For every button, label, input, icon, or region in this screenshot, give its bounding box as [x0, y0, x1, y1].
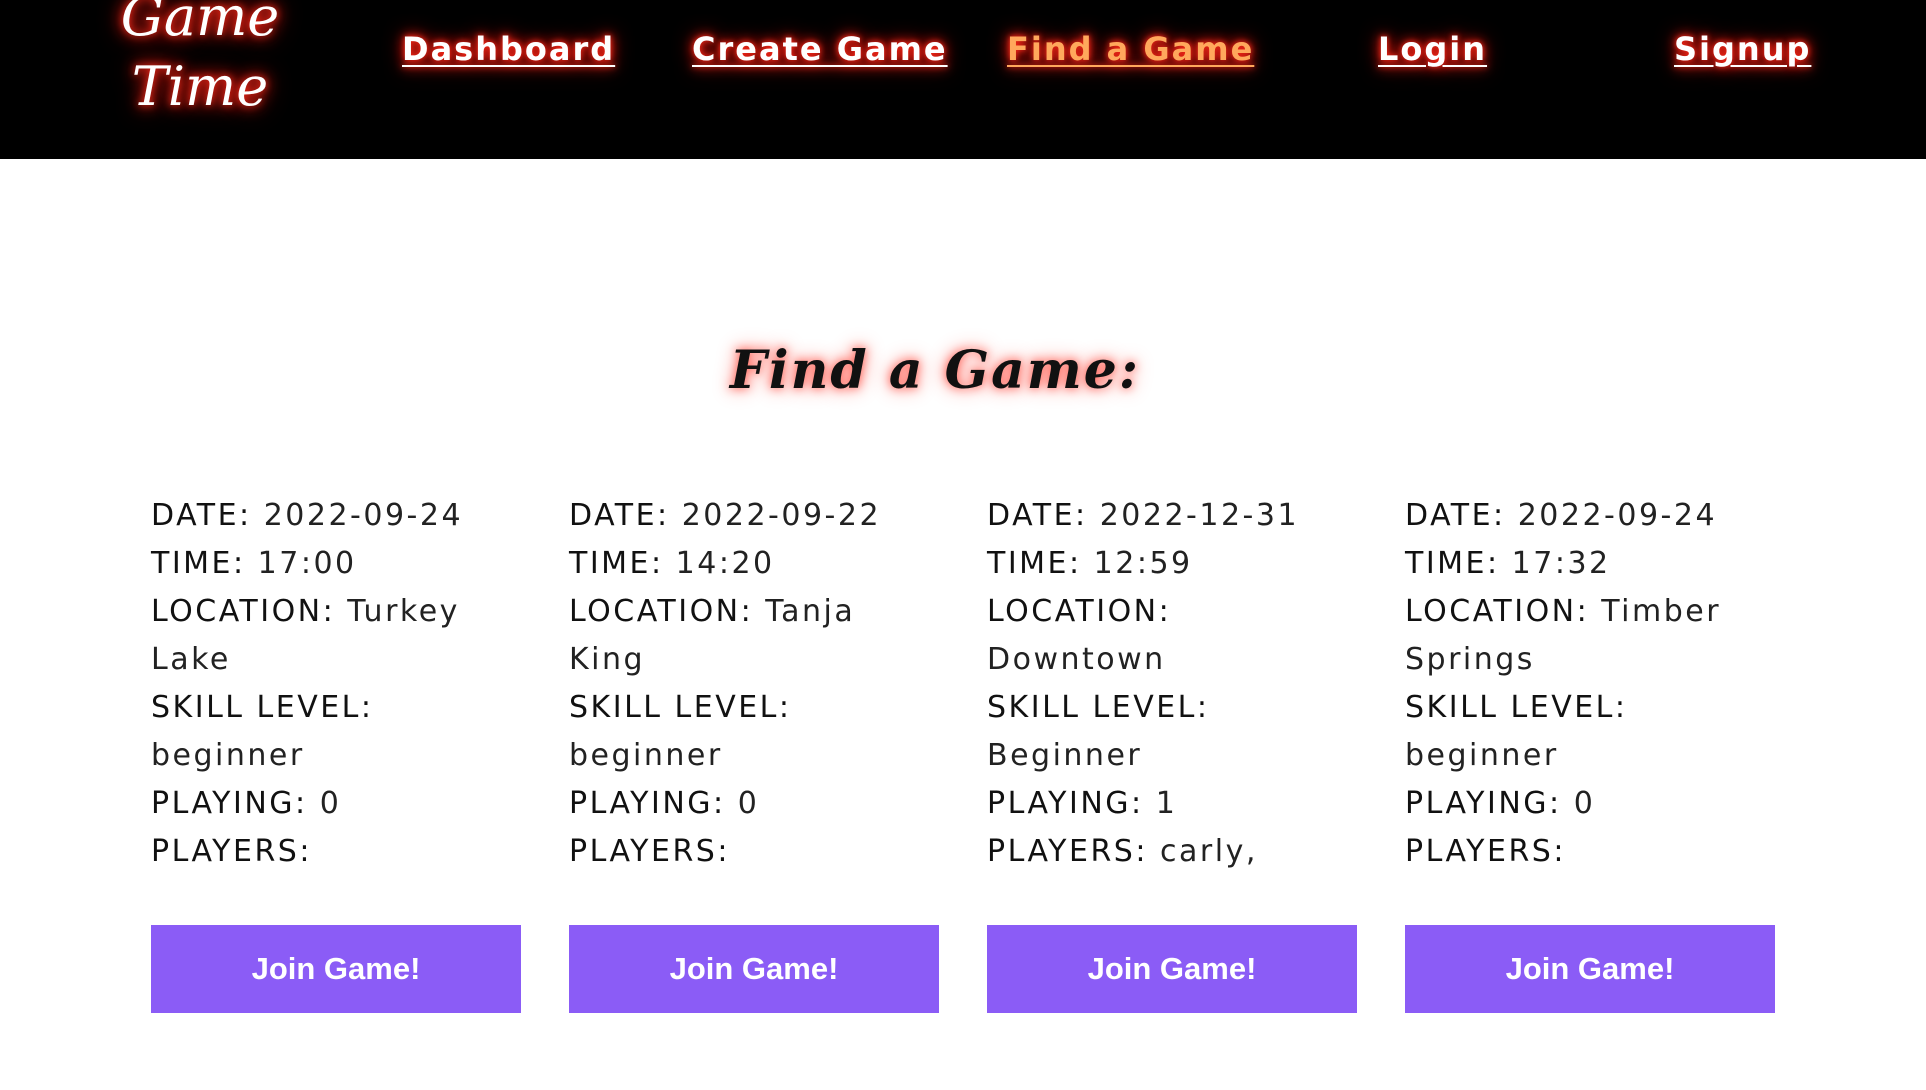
playing-label: PLAYING: [569, 786, 726, 821]
time-label: TIME: [1405, 546, 1500, 581]
playing-value: 0 [319, 786, 342, 821]
nav-link-dashboard[interactable]: Dashboard [402, 30, 615, 68]
playing-value: 0 [1573, 786, 1596, 821]
location-label: LOCATION: [987, 594, 1172, 629]
date-label: DATE: [151, 498, 252, 533]
time-label: TIME: [151, 546, 246, 581]
time-label: TIME: [569, 546, 664, 581]
time-label: TIME: [987, 546, 1082, 581]
playing-label: PLAYING: [987, 786, 1144, 821]
skill-level-value: beginner [1405, 738, 1559, 773]
date-value: 2022-09-24 [1517, 498, 1718, 533]
time-value: 12:59 [1093, 546, 1193, 581]
playing-value: 1 [1155, 786, 1178, 821]
join-game-button[interactable]: Join Game! [569, 925, 939, 1013]
date-value: 2022-12-31 [1099, 498, 1300, 533]
nav-link-create-game[interactable]: Create Game [692, 30, 948, 68]
logo[interactable]: Game Time [110, 0, 290, 122]
logo-line-1: Game [120, 0, 280, 48]
game-card: DATE: 2022-09-24 TIME: 17:32 LOCATION: T… [1405, 492, 1775, 1013]
top-navbar: Game Time Dashboard Create Game Find a G… [0, 0, 1926, 159]
skill-level-value: beginner [151, 738, 305, 773]
join-game-button[interactable]: Join Game! [987, 925, 1357, 1013]
game-details: DATE: 2022-09-24 TIME: 17:00 LOCATION: T… [151, 492, 521, 892]
time-value: 17:32 [1511, 546, 1611, 581]
playing-label: PLAYING: [1405, 786, 1562, 821]
date-value: 2022-09-22 [681, 498, 882, 533]
game-details: DATE: 2022-09-22 TIME: 14:20 LOCATION: T… [569, 492, 939, 892]
join-game-button[interactable]: Join Game! [1405, 925, 1775, 1013]
location-label: LOCATION: [569, 594, 754, 629]
game-details: DATE: 2022-12-31 TIME: 12:59 LOCATION: D… [987, 492, 1357, 892]
game-details: DATE: 2022-09-24 TIME: 17:32 LOCATION: T… [1405, 492, 1775, 892]
page-title: Find a Game: [729, 340, 1141, 401]
playing-label: PLAYING: [151, 786, 308, 821]
location-label: LOCATION: [1405, 594, 1590, 629]
skill-level-label: SKILL LEVEL: [987, 690, 1210, 725]
date-label: DATE: [569, 498, 670, 533]
nav-link-signup[interactable]: Signup [1674, 30, 1811, 68]
skill-level-value: beginner [569, 738, 723, 773]
players-value: carly, [1160, 834, 1258, 869]
time-value: 14:20 [675, 546, 775, 581]
skill-level-label: SKILL LEVEL: [151, 690, 374, 725]
game-card: DATE: 2022-09-24 TIME: 17:00 LOCATION: T… [151, 492, 521, 1013]
game-card: DATE: 2022-09-22 TIME: 14:20 LOCATION: T… [569, 492, 939, 1013]
players-label: PLAYERS: [987, 834, 1148, 869]
playing-value: 0 [737, 786, 760, 821]
players-label: PLAYERS: [569, 834, 730, 869]
nav-link-find-a-game[interactable]: Find a Game [1007, 30, 1254, 68]
skill-level-value: Beginner [987, 738, 1143, 773]
nav-link-login[interactable]: Login [1378, 30, 1487, 68]
time-value: 17:00 [257, 546, 357, 581]
join-game-button[interactable]: Join Game! [151, 925, 521, 1013]
players-label: PLAYERS: [1405, 834, 1566, 869]
game-card: DATE: 2022-12-31 TIME: 12:59 LOCATION: D… [987, 492, 1357, 1013]
skill-level-label: SKILL LEVEL: [1405, 690, 1628, 725]
logo-line-2: Time [131, 55, 269, 118]
skill-level-label: SKILL LEVEL: [569, 690, 792, 725]
date-value: 2022-09-24 [263, 498, 464, 533]
players-label: PLAYERS: [151, 834, 312, 869]
date-label: DATE: [987, 498, 1088, 533]
date-label: DATE: [1405, 498, 1506, 533]
location-value: Downtown [987, 642, 1166, 677]
location-label: LOCATION: [151, 594, 336, 629]
